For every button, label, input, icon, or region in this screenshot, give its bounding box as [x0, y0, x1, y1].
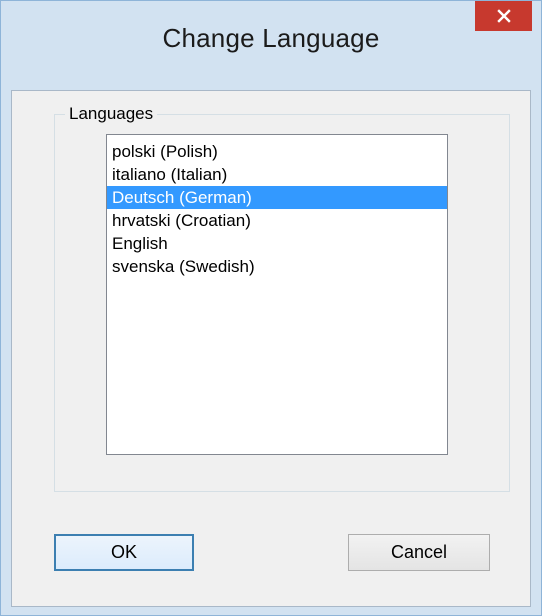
window-title: Change Language [162, 23, 380, 53]
language-item-polish[interactable]: polski (Polish) [107, 140, 447, 163]
languages-group-label: Languages [65, 104, 158, 124]
cancel-button[interactable]: Cancel [348, 534, 490, 571]
close-button[interactable] [475, 1, 532, 31]
change-language-dialog: Change Language Languages polski (Polish… [0, 0, 542, 616]
language-item-english[interactable]: English [107, 232, 447, 255]
language-item-swedish[interactable]: svenska (Swedish) [107, 255, 447, 278]
language-item-italian[interactable]: italiano (Italian) [107, 163, 447, 186]
close-icon [496, 9, 511, 23]
language-listbox[interactable]: polski (Polish) italiano (Italian) Deuts… [106, 134, 448, 455]
language-item-german[interactable]: Deutsch (German) [107, 186, 447, 209]
language-item-croatian[interactable]: hrvatski (Croatian) [107, 209, 447, 232]
dialog-client-area: Languages polski (Polish) italiano (Ital… [11, 90, 531, 607]
title-bar[interactable]: Change Language [1, 1, 541, 90]
ok-button[interactable]: OK [54, 534, 194, 571]
